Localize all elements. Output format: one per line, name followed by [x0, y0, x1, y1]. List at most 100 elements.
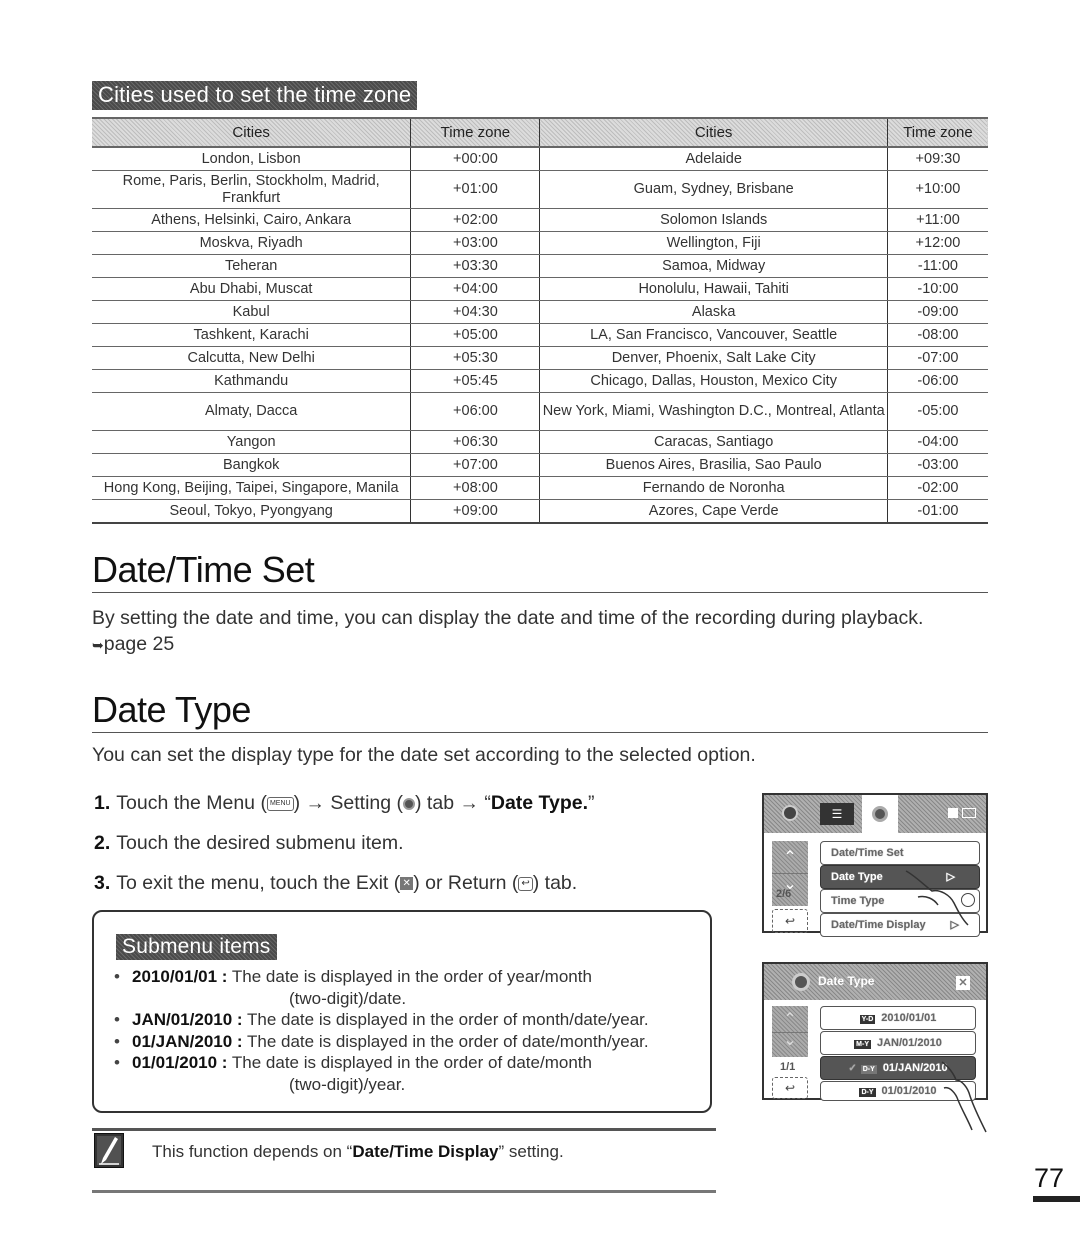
screen-title: Date Type	[818, 974, 875, 988]
header-time-zone-left: Time zone	[410, 117, 541, 148]
date-option-ymd[interactable]: Y-D 2010/01/01	[820, 1006, 976, 1030]
checkmark-icon: ✓	[848, 1063, 857, 1074]
time-zone-cell: -03:00	[886, 453, 988, 477]
menu-item-label: Time Type	[831, 895, 885, 907]
city-cell: Abu Dhabi, Muscat	[92, 277, 411, 301]
date-type-intro: You can set the display type for the dat…	[92, 744, 756, 766]
time-zone-cell: +05:30	[410, 346, 541, 370]
city-cell: Denver, Phoenix, Salt Lake City	[539, 346, 888, 370]
return-button[interactable]: ↩	[772, 909, 808, 933]
time-zone-cell: +08:00	[410, 476, 541, 500]
return-icon: ↩	[784, 1081, 796, 1095]
time-zone-cell: -09:00	[886, 300, 988, 324]
scroll-up-button[interactable]: ⌃	[772, 841, 808, 873]
step-text: ) or Return (	[413, 872, 519, 894]
step-text: Touch the Menu (	[116, 792, 267, 814]
scroll-up-button[interactable]: ⌃	[772, 1006, 808, 1032]
menu-tab-icon[interactable]: ☰	[820, 803, 854, 825]
step-bold-text: Date Type.	[490, 792, 589, 814]
city-cell: Solomon Islands	[539, 208, 888, 232]
step-text: ) tab → “	[415, 792, 491, 814]
gear-icon	[872, 806, 888, 822]
time-zone-cell: +10:00	[886, 170, 988, 209]
touch-hand-icon	[905, 870, 969, 926]
setting-tab[interactable]	[862, 795, 898, 833]
table-row: Almaty, Dacca +06:00 New York, Miami, Wash…	[92, 392, 988, 431]
return-icon: ↩	[518, 876, 533, 891]
time-zone-cell: +00:00	[410, 147, 541, 171]
city-cell: Azores, Cape Verde	[539, 499, 888, 524]
table-row: Hong Kong, Beijing, Taipei, Singapore, M…	[92, 476, 988, 500]
time-zone-cell: +05:00	[410, 323, 541, 347]
table-header-row: Cities Time zone Cities Time zone	[92, 117, 988, 148]
close-icon[interactable]: ✕	[956, 976, 970, 990]
note-divider-bottom	[92, 1190, 716, 1193]
page-number: 77	[1034, 1163, 1065, 1193]
city-cell: Samoa, Midway	[539, 254, 888, 278]
time-zone-cell: -05:00	[886, 392, 988, 431]
time-zone-cell: +02:00	[410, 208, 541, 232]
exit-icon: ✕	[400, 877, 414, 891]
city-cell: Buenos Aires, Brasilia, Sao Paulo	[539, 453, 888, 477]
submenu-item: 2010/01/01 : The date is displayed in th…	[112, 966, 712, 1009]
steps-list: 1. Touch the Menu (MENU) → Setting () tab…	[94, 790, 734, 910]
step-text: Touch the desired submenu item.	[116, 832, 404, 854]
time-zone-cell: +09:00	[410, 499, 541, 524]
chevron-down-icon: ⌄	[783, 1032, 797, 1049]
date-option-label: 01/JAN/2010	[882, 1062, 948, 1074]
time-zone-cell: -08:00	[886, 323, 988, 347]
page-ref-link[interactable]: page 25	[104, 633, 175, 655]
table-row: Tashkent, Karachi +05:00 LA, San Francisco…	[92, 323, 988, 347]
return-button[interactable]: ↩	[772, 1077, 808, 1099]
menu-item-label: Date Type	[831, 871, 883, 883]
cities-section-banner: Cities used to set the time zone	[92, 81, 418, 110]
table-row: Kathmandu +05:45 Chicago, Dallas, Houston,…	[92, 369, 988, 393]
submenu-item-key: 01/01/2010 :	[132, 1053, 228, 1072]
city-cell: Guam, Sydney, Brisbane	[539, 170, 888, 209]
screen-title-bar: Date Type ✕	[764, 964, 986, 1000]
city-cell: Kabul	[92, 300, 411, 324]
time-zone-cell: +03:00	[410, 231, 541, 255]
step-text: To exit the menu, touch the Exit (	[116, 872, 401, 894]
camera-mode-icon[interactable]	[782, 805, 798, 821]
gear-icon	[792, 973, 810, 991]
format-badge-icon: D-Y	[860, 1065, 877, 1074]
time-zone-cell: -06:00	[886, 369, 988, 393]
step-2: 2. Touch the desired submenu item.	[94, 830, 734, 870]
submenu-item-desc: The date is displayed in the order of da…	[231, 1053, 592, 1072]
note-text-pre: This function depends on “	[152, 1142, 353, 1161]
scroll-down-button[interactable]: ⌄	[772, 1032, 808, 1057]
city-cell: Fernando de Noronha	[539, 476, 888, 500]
format-badge-icon: D-Y	[859, 1088, 876, 1097]
table-row: Yangon +06:30 Caracas, Santiago -04:00	[92, 430, 988, 454]
city-cell: Tashkent, Karachi	[92, 323, 411, 347]
city-cell: LA, San Francisco, Vancouver, Seattle	[539, 323, 888, 347]
city-cell: Bangkok	[92, 453, 411, 477]
menu-item-date-time-set[interactable]: Date/Time Set	[820, 841, 980, 865]
time-zone-table: Cities Time zone Cities Time zone London…	[92, 117, 988, 524]
datetime-set-description: By setting the date and time, you can di…	[92, 607, 924, 629]
date-type-heading: Date Type	[92, 690, 988, 733]
city-cell: London, Lisbon	[92, 147, 411, 171]
date-option-mdy[interactable]: M-Y JAN/01/2010	[820, 1031, 976, 1055]
step-3: 3. To exit the menu, touch the Exit (✕) o…	[94, 870, 734, 910]
city-cell: Seoul, Tokyo, Pyongyang	[92, 499, 411, 524]
city-cell: Calcutta, New Delhi	[92, 346, 411, 370]
time-zone-cell: +12:00	[886, 231, 988, 255]
city-cell: Almaty, Dacca	[92, 392, 411, 431]
submenu-item-desc: The date is displayed in the order of da…	[247, 1031, 649, 1051]
note-text-post: ” setting.	[498, 1142, 564, 1161]
screen-page-indicator: 1/1	[780, 1061, 796, 1073]
city-cell: New York, Miami, Washington D.C., Montre…	[539, 392, 888, 431]
table-row: Moskva, Riyadh +03:00 Wellington, Fiji +12:…	[92, 231, 988, 255]
step-number: 1.	[94, 792, 111, 814]
page-ref-arrow-icon: ➥	[92, 637, 104, 653]
city-cell: Chicago, Dallas, Houston, Mexico City	[539, 369, 888, 393]
date-option-label: JAN/01/2010	[877, 1037, 942, 1049]
submenu-item: 01/01/2010 : The date is displayed in th…	[112, 1052, 712, 1095]
time-zone-cell: -11:00	[886, 254, 988, 278]
step-text: ) tab.	[532, 872, 578, 894]
table-row: Athens, Helsinki, Cairo, Ankara +02:00 Sol…	[92, 208, 988, 232]
table-row: Teheran +03:30 Samoa, Midway -11:00	[92, 254, 988, 278]
gear-icon	[403, 797, 416, 810]
